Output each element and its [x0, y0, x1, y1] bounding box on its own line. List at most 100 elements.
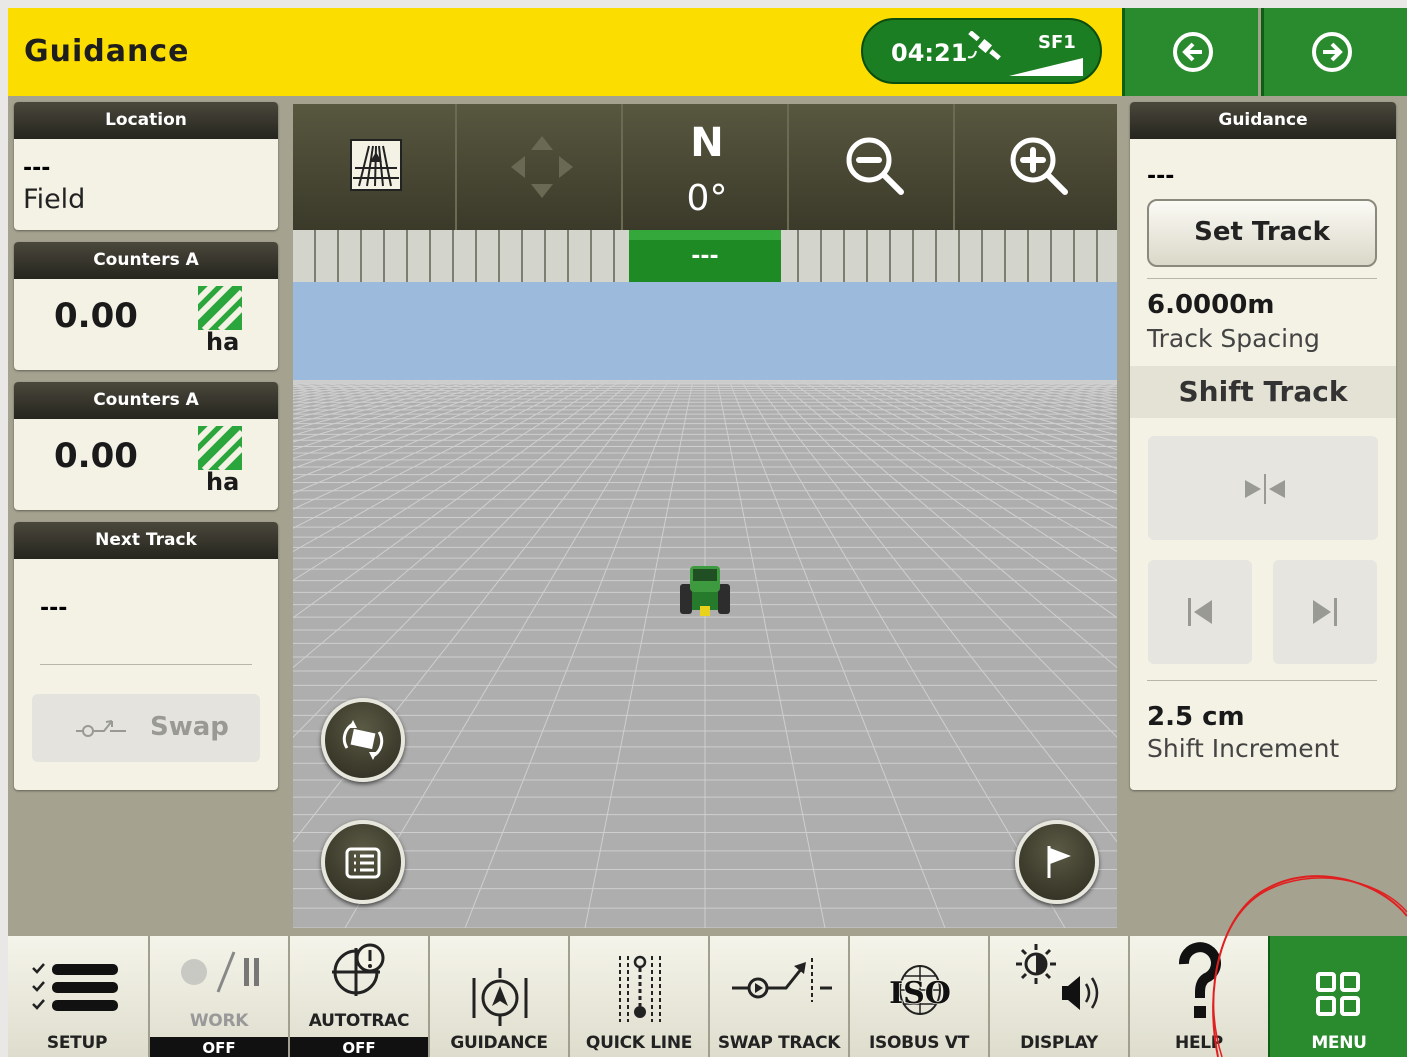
- shift-left-icon: [1188, 598, 1212, 626]
- rotate-view-button[interactable]: [321, 698, 405, 782]
- zoom-out-icon: [846, 137, 904, 195]
- tab-setup[interactable]: SETUP: [8, 936, 148, 1057]
- gps-status-pill[interactable]: 04:21 SF1: [861, 18, 1102, 84]
- lightbar-center-readout: ---: [629, 230, 781, 282]
- zoom-in-icon: [1010, 137, 1068, 195]
- list-icon: [345, 847, 381, 879]
- guidance-panel-heading: Guidance: [1130, 102, 1396, 139]
- compass-button[interactable]: N 0°: [625, 104, 789, 230]
- pan-icon: [511, 136, 573, 198]
- shift-increment-value: 2.5 cm: [1147, 702, 1245, 732]
- iso-icon: ISO: [888, 965, 952, 1015]
- tab-label: GUIDANCE: [450, 1033, 548, 1053]
- map-toolbar: N 0°: [293, 104, 1117, 230]
- zoom-in-button[interactable]: [957, 104, 1121, 230]
- signal-label: SF1: [1038, 32, 1076, 53]
- shift-increment-label: Shift Increment: [1147, 734, 1340, 763]
- annotation-circle: [1212, 875, 1407, 1057]
- lightbar: ---: [293, 230, 1117, 282]
- tab-label: AUTOTRAC: [308, 1011, 410, 1031]
- list-button[interactable]: [321, 820, 405, 904]
- track-name: ---: [1147, 164, 1175, 189]
- counter-unit: ha: [206, 468, 240, 496]
- tab-label: DISPLAY: [1020, 1033, 1098, 1053]
- map-ground[interactable]: [293, 380, 1117, 928]
- counter-value: 0.00: [54, 296, 138, 336]
- compass-degrees: 0°: [686, 178, 728, 219]
- back-arrow-icon: [1173, 32, 1213, 72]
- tab-state: OFF: [290, 1037, 428, 1057]
- flag-icon: [1047, 846, 1071, 878]
- center-shift-icon: [1245, 474, 1285, 504]
- counter-card-1[interactable]: Counters A 0.00 ha: [14, 242, 278, 370]
- counter-card-2[interactable]: Counters A 0.00 ha: [14, 382, 278, 510]
- forward-arrow-icon: [1312, 32, 1352, 72]
- tab-label: SWAP TRACK: [717, 1033, 841, 1053]
- satellite-icon: [967, 31, 1001, 61]
- divider: [40, 664, 252, 665]
- signal-strength-icon: [1009, 58, 1083, 76]
- center-shift-button: [1148, 436, 1378, 540]
- back-button[interactable]: [1122, 8, 1258, 96]
- location-heading: Location: [14, 102, 278, 139]
- swap-button[interactable]: Swap: [32, 694, 260, 762]
- next-track-heading: Next Track: [14, 522, 278, 559]
- tab-guidance[interactable]: GUIDANCE: [428, 936, 568, 1057]
- flag-button[interactable]: [1015, 820, 1099, 904]
- guidance-panel: Guidance --- Set Track 6.0000m Track Spa…: [1130, 102, 1396, 790]
- counter-heading: Counters A: [14, 382, 278, 419]
- clock: 04:21: [891, 39, 968, 67]
- track-spacing-value: 6.0000m: [1147, 290, 1275, 320]
- tab-work[interactable]: WORK OFF: [148, 936, 288, 1057]
- tab-isobus-vt[interactable]: ISO ISOBUS VT: [848, 936, 988, 1057]
- next-track-card: Next Track --- Swap: [14, 522, 278, 790]
- display-icon: [1016, 944, 1099, 1010]
- area-icon: [198, 426, 242, 470]
- divider: [1147, 278, 1377, 279]
- svg-text:ISO: ISO: [889, 976, 951, 1011]
- forward-button[interactable]: [1261, 8, 1407, 96]
- field-view-button[interactable]: [293, 104, 457, 230]
- shift-track-heading: Shift Track: [1130, 366, 1396, 418]
- compass-direction: N: [690, 120, 724, 166]
- swap-track-icon: [732, 958, 832, 1002]
- quick-line-icon: [619, 955, 661, 1022]
- guidance-screen: Guidance 04:21 SF1 Location --- Field Co…: [8, 8, 1407, 1057]
- rotate-view-icon: [342, 720, 384, 760]
- location-name: ---: [23, 156, 51, 181]
- swap-track-icon: [76, 720, 126, 737]
- shift-left-button: [1148, 560, 1252, 664]
- work-icon: [181, 951, 259, 993]
- next-track-value: ---: [40, 596, 68, 621]
- ground-grid: [293, 380, 1117, 928]
- page-title: Guidance: [24, 34, 190, 69]
- tab-swap-track[interactable]: SWAP TRACK: [708, 936, 848, 1057]
- tractor-icon: [680, 566, 730, 616]
- tab-label: QUICK LINE: [585, 1033, 693, 1053]
- tab-label: SETUP: [46, 1033, 108, 1053]
- tab-label: ISOBUS VT: [869, 1033, 969, 1053]
- area-icon: [198, 286, 242, 330]
- field-view-icon: [350, 139, 402, 191]
- pan-button: [459, 104, 623, 230]
- set-track-button[interactable]: Set Track: [1147, 199, 1377, 267]
- counter-heading: Counters A: [14, 242, 278, 279]
- track-spacing-label: Track Spacing: [1147, 324, 1320, 353]
- shift-right-button: [1273, 560, 1377, 664]
- guidance-icon: [472, 968, 528, 1026]
- shift-right-icon: [1313, 598, 1337, 626]
- tab-label: WORK: [189, 1011, 249, 1031]
- divider: [1147, 680, 1377, 681]
- location-card[interactable]: Location --- Field: [14, 102, 278, 230]
- tab-autotrac[interactable]: AUTOTRAC OFF: [288, 936, 428, 1057]
- zoom-out-button[interactable]: [791, 104, 955, 230]
- header-bar: Guidance 04:21 SF1: [8, 8, 1122, 96]
- counter-unit: ha: [206, 328, 240, 356]
- tab-display[interactable]: DISPLAY: [988, 936, 1128, 1057]
- setup-icon: [32, 963, 118, 1011]
- map-sky: [293, 282, 1117, 380]
- field-name: Field: [23, 184, 86, 215]
- swap-label: Swap: [150, 712, 229, 742]
- tab-state: OFF: [150, 1037, 288, 1057]
- tab-quick-line[interactable]: QUICK LINE: [568, 936, 708, 1057]
